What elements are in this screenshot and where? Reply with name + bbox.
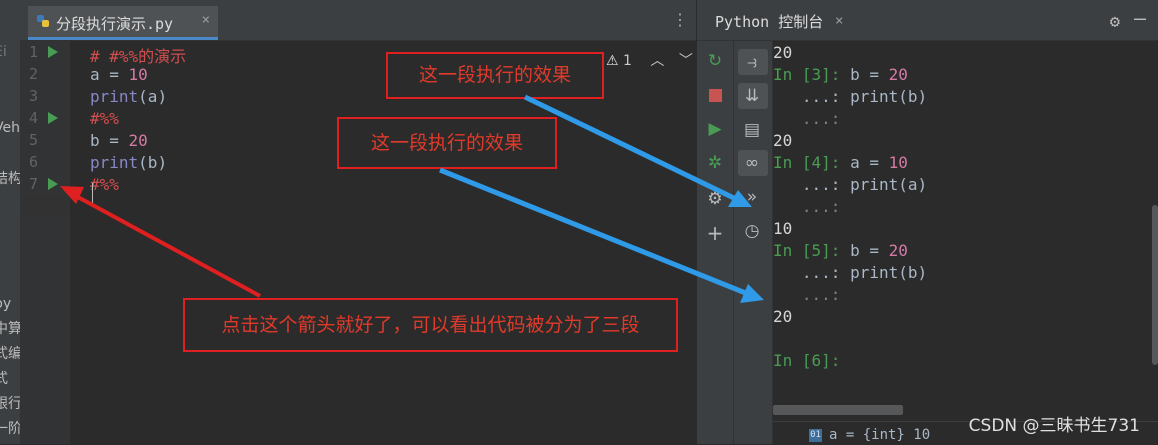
annotation-arrow-blue <box>523 94 740 203</box>
annotation-arrowhead <box>60 186 84 204</box>
annotation-arrow-blue <box>439 167 749 297</box>
watermark: CSDN @三昧书生731 <box>968 416 1140 436</box>
annotation-arrow-red <box>75 194 261 298</box>
annotation-arrows <box>60 94 764 303</box>
